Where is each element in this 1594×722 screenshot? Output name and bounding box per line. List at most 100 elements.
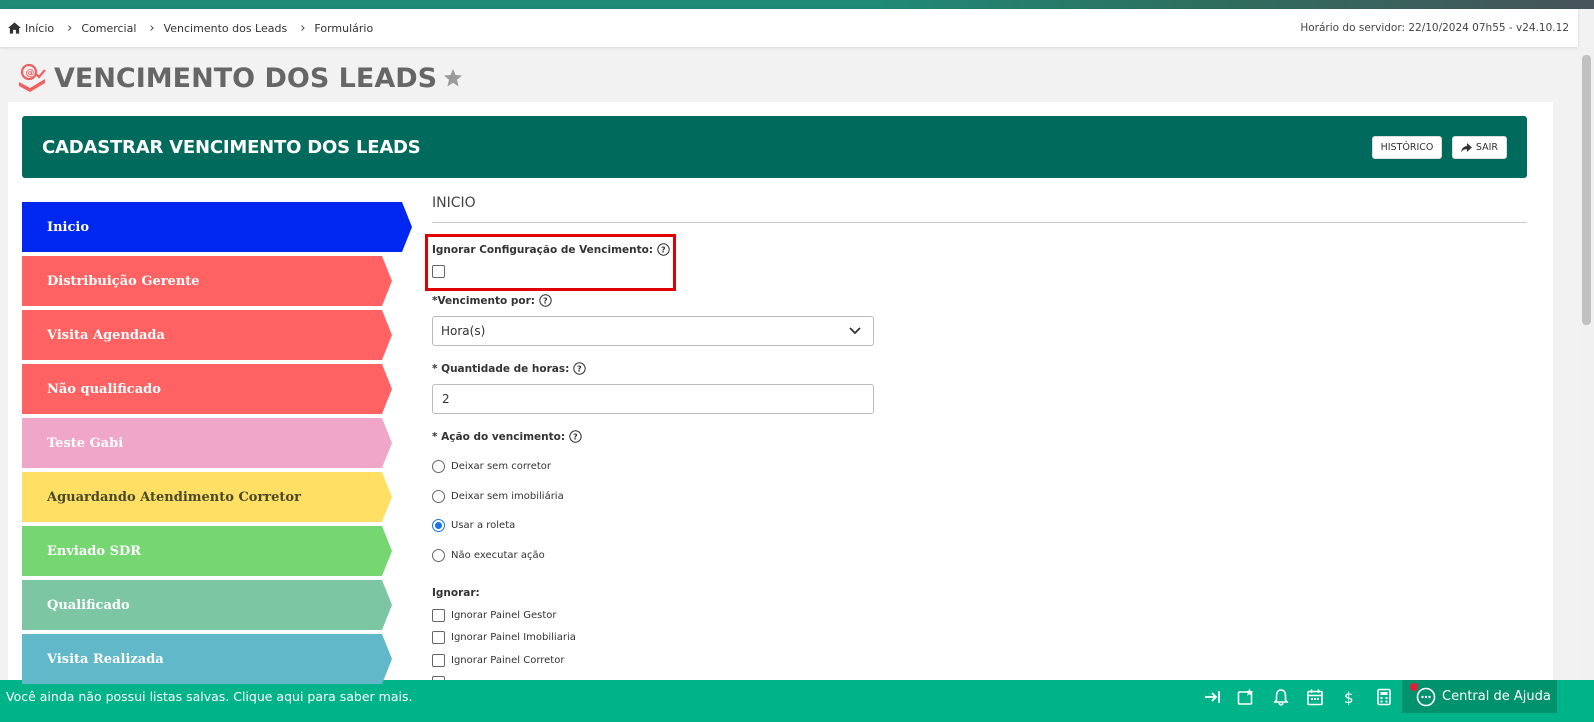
field-label-text: *Vencimento por:	[432, 294, 535, 307]
checkbox-label: Ignorar Painel Gestor	[451, 610, 557, 621]
form-header-title: CADASTRAR VENCIMENTO DOS LEADS	[42, 136, 421, 158]
svg-text:?: ?	[543, 297, 548, 306]
radio-button[interactable]	[432, 549, 445, 562]
step-label: Aguardando Atendimento Corretor	[47, 489, 301, 505]
step-teste-gabi[interactable]: Teste Gabi	[22, 418, 392, 468]
step-label: Teste Gabi	[47, 435, 124, 451]
breadcrumb-label: Início	[25, 21, 55, 35]
breadcrumb-label: Vencimento dos Leads	[163, 21, 288, 35]
page-title-row: @ VENCIMENTO DOS LEADS	[16, 58, 463, 98]
ignore-config-checkbox[interactable]	[432, 265, 445, 278]
radio-nao-executar[interactable]: Não executar ação	[432, 549, 545, 562]
field-label-text: * Quantidade de horas:	[432, 362, 570, 375]
section-title: INICIO	[432, 195, 476, 211]
radio-deixar-sem-imobiliaria[interactable]: Deixar sem imobiliária	[432, 490, 564, 503]
svg-text:?: ?	[661, 246, 666, 255]
step-label: Visita Realizada	[47, 651, 164, 667]
chevron-down-icon	[849, 327, 861, 335]
step-label: Distribuição Gerente	[47, 273, 200, 289]
calendar-icon[interactable]	[1306, 688, 1324, 706]
radio-label: Deixar sem imobiliária	[451, 491, 564, 502]
step-label: Enviado SDR	[47, 543, 142, 559]
step-aguardando-atendimento[interactable]: Aguardando Atendimento Corretor	[22, 472, 392, 522]
svg-text:?: ?	[577, 365, 582, 374]
ignore-config-label: Ignorar Configuração de Vencimento: ?	[432, 243, 670, 256]
svg-text:@: @	[26, 69, 35, 79]
breadcrumb-formulario: Formulário	[314, 22, 373, 35]
step-distribuicao-gerente[interactable]: Distribuição Gerente	[22, 256, 392, 306]
select-value: Hora(s)	[441, 324, 486, 338]
calculator-icon[interactable]	[1375, 688, 1393, 706]
step-label: Inicio	[47, 219, 89, 235]
step-visita-agendada[interactable]: Visita Agendada	[22, 310, 392, 360]
bell-icon[interactable]	[1272, 688, 1290, 706]
radio-button[interactable]	[432, 519, 445, 532]
breadcrumb-comercial[interactable]: Comercial	[81, 22, 136, 35]
breadcrumb-label: Comercial	[81, 21, 137, 35]
radio-label: Usar a roleta	[451, 520, 516, 531]
help-icon[interactable]: ?	[573, 362, 587, 375]
radio-label: Deixar sem corretor	[451, 461, 551, 472]
section-divider	[432, 222, 1527, 223]
notification-dot	[1410, 683, 1418, 691]
checkbox[interactable]	[432, 654, 445, 667]
chat-icon	[1416, 687, 1436, 706]
radio-usar-roleta[interactable]: Usar a roleta	[432, 519, 515, 532]
saved-lists-message[interactable]: Você ainda não possui listas salvas. Cli…	[6, 680, 412, 713]
breadcrumb-vencimento[interactable]: Vencimento dos Leads	[164, 22, 288, 35]
step-qualificado[interactable]: Qualificado	[22, 580, 392, 630]
footer-bar: Você ainda não possui listas salvas. Cli…	[0, 680, 1594, 722]
star-icon[interactable]	[443, 68, 463, 88]
field-label-text: Ignorar Configuração de Vencimento:	[432, 243, 654, 256]
vertical-scrollbar[interactable]	[1578, 47, 1594, 693]
chevron-right-icon: ›	[300, 20, 306, 36]
breadcrumb-home[interactable]: Início	[8, 22, 54, 35]
form-header: CADASTRAR VENCIMENTO DOS LEADS HISTÓRICO…	[22, 116, 1527, 178]
check-ignorar-painel-gestor[interactable]: Ignorar Painel Gestor	[432, 609, 556, 622]
step-visita-realizada[interactable]: Visita Realizada	[22, 634, 392, 684]
help-center-button[interactable]: Central de Ajuda	[1402, 680, 1557, 713]
checkbox-label: Ignorar Painel Imobiliaria	[451, 632, 576, 643]
radio-label: Não executar ação	[451, 550, 545, 561]
field-label-text: Ignorar:	[432, 587, 480, 599]
sair-button-label: SAIR	[1475, 142, 1498, 153]
quantidade-label: * Quantidade de horas: ?	[432, 362, 587, 375]
vencimento-por-label: *Vencimento por: ?	[432, 294, 552, 307]
svg-text:?: ?	[573, 433, 578, 442]
dollar-icon[interactable]: $	[1340, 688, 1358, 706]
input-value: 2	[442, 392, 450, 406]
historico-button[interactable]: HISTÓRICO	[1372, 136, 1442, 159]
sair-button[interactable]: SAIR	[1452, 136, 1507, 159]
checkbox[interactable]	[432, 609, 445, 622]
step-inicio[interactable]: Inicio	[22, 202, 412, 252]
help-icon[interactable]: ?	[539, 294, 552, 307]
quantidade-input[interactable]: 2	[432, 384, 874, 414]
help-icon[interactable]: ?	[569, 430, 582, 443]
home-icon	[8, 22, 21, 34]
collapse-arrow-icon[interactable]	[1203, 688, 1221, 706]
field-label-text: * Ação do vencimento:	[432, 430, 566, 443]
breadcrumb: Início › Comercial › Vencimento dos Lead…	[0, 9, 1578, 47]
server-time: Horário do servidor: 22/10/2024 07h55 - …	[1300, 22, 1569, 34]
step-nao-qualificado[interactable]: Não qualificado	[22, 364, 392, 414]
historico-button-label: HISTÓRICO	[1380, 142, 1434, 153]
check-ignorar-painel-corretor[interactable]: Ignorar Painel Corretor	[432, 654, 564, 667]
vencimento-por-select[interactable]: Hora(s)	[432, 316, 874, 346]
radio-deixar-sem-corretor[interactable]: Deixar sem corretor	[432, 460, 551, 473]
step-enviado-sdr[interactable]: Enviado SDR	[22, 526, 392, 576]
check-ignorar-painel-imobiliaria[interactable]: Ignorar Painel Imobiliaria	[432, 631, 576, 644]
step-label: Não qualificado	[47, 381, 161, 397]
breadcrumb-label: Formulário	[314, 21, 374, 35]
step-label: Qualificado	[47, 597, 130, 613]
page-title: VENCIMENTO DOS LEADS	[54, 62, 438, 94]
favorites-icon[interactable]	[1237, 688, 1255, 706]
chevron-right-icon: ›	[149, 20, 155, 36]
scrollbar-thumb[interactable]	[1582, 55, 1591, 325]
step-label: Visita Agendada	[47, 327, 165, 343]
top-accent-strip	[0, 0, 1594, 9]
radio-button[interactable]	[432, 490, 445, 503]
radio-button[interactable]	[432, 460, 445, 473]
checkbox[interactable]	[432, 631, 445, 644]
checkbox-label: Ignorar Painel Corretor	[451, 655, 565, 666]
help-icon[interactable]: ?	[657, 243, 670, 256]
